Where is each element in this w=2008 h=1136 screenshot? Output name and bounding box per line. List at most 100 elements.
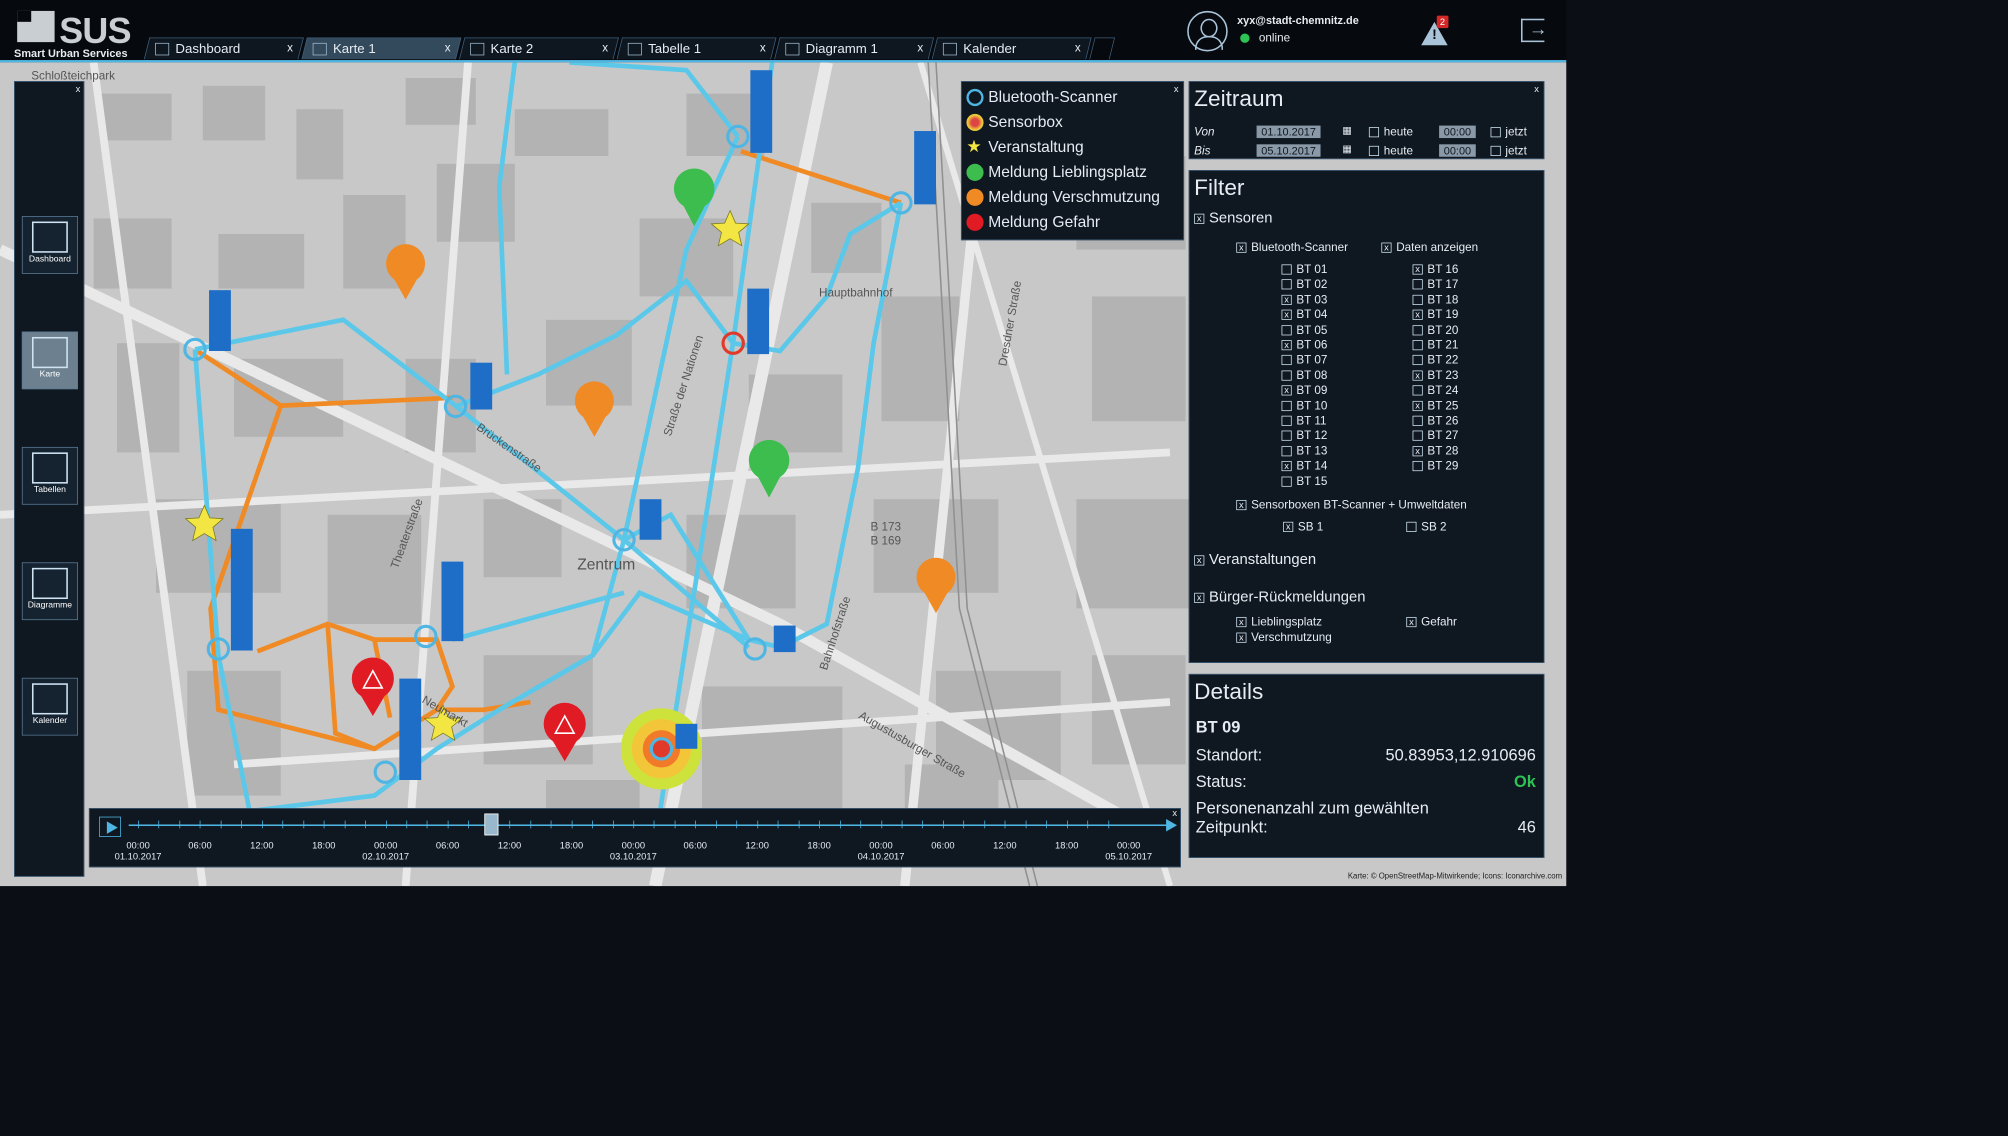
sidebar-item-dashboard[interactable]: Dashboard xyxy=(21,216,78,274)
checkbox-box[interactable] xyxy=(1281,476,1292,487)
bt-checkbox[interactable]: x BT 14 xyxy=(1281,460,1327,473)
bt-checkbox[interactable]: BT 27 xyxy=(1412,429,1458,443)
bt-checkbox[interactable]: BT 11 xyxy=(1281,414,1326,427)
daten-anzeigen-checkbox[interactable]: x Daten anzeigen xyxy=(1381,241,1478,254)
tab-karte-2[interactable]: Karte 2 x xyxy=(459,37,619,60)
veranstaltungen-checkbox[interactable]: x Veranstaltungen xyxy=(1194,551,1316,568)
sidebar-item-karte[interactable]: Karte xyxy=(21,331,78,390)
tab-close-button[interactable]: x xyxy=(444,41,450,54)
checkbox-box[interactable]: x xyxy=(1281,340,1292,351)
play-button[interactable] xyxy=(99,816,121,837)
lieblingsplatz-checkbox[interactable]: x Lieblingsplatz xyxy=(1236,615,1322,629)
timeline-slider-thumb[interactable] xyxy=(484,813,499,836)
bt-checkbox[interactable]: x BT 04 xyxy=(1281,308,1327,322)
checkbox-box[interactable]: x xyxy=(1281,294,1292,305)
checkbox-box[interactable] xyxy=(1412,385,1423,396)
buerger-checkbox[interactable]: x Bürger-Rückmeldungen xyxy=(1194,589,1366,606)
bt-checkbox[interactable]: BT 07 xyxy=(1281,354,1327,367)
von-date-input[interactable]: 01.10.2017 xyxy=(1256,125,1321,139)
tab-dashboard[interactable]: Dashboard x xyxy=(143,37,304,60)
new-tab-button[interactable] xyxy=(1089,37,1116,60)
checkbox-box[interactable]: x xyxy=(1281,461,1292,472)
tab-karte-1[interactable]: Karte 1 x xyxy=(301,37,462,60)
bt-checkbox[interactable]: x BT 06 xyxy=(1281,339,1327,352)
bt-checkbox[interactable]: BT 22 xyxy=(1412,354,1458,367)
von-time-input[interactable]: 00:00 xyxy=(1439,125,1476,139)
checkbox-box[interactable] xyxy=(1412,415,1423,426)
checkbox-box[interactable] xyxy=(1281,264,1292,275)
tab-close-button[interactable]: x xyxy=(287,41,293,54)
bt-checkbox[interactable]: BT 20 xyxy=(1412,323,1458,337)
checkbox-box[interactable] xyxy=(1281,370,1292,381)
bt-checkbox[interactable]: x BT 03 xyxy=(1281,293,1327,306)
tab-close-button[interactable]: x xyxy=(602,41,608,54)
calendar-icon[interactable]: ▦ xyxy=(1342,143,1352,155)
bt-checkbox[interactable]: BT 08 xyxy=(1281,369,1327,382)
bt-checkbox[interactable]: x BT 16 xyxy=(1412,263,1458,276)
checkbox-box[interactable] xyxy=(1281,415,1292,426)
bt-checkbox[interactable]: BT 29 xyxy=(1412,460,1458,473)
checkbox-box[interactable] xyxy=(1281,430,1292,442)
von-jetzt-checkbox[interactable]: jetzt xyxy=(1490,126,1527,139)
close-icon[interactable]: x xyxy=(76,83,81,94)
checkbox-box[interactable] xyxy=(1412,324,1423,336)
bt-scanner-checkbox[interactable]: x Bluetooth-Scanner xyxy=(1236,241,1348,254)
tab-diagramm-1[interactable]: Diagramm 1 x xyxy=(774,37,935,60)
bt-checkbox[interactable]: x BT 09 xyxy=(1281,384,1327,397)
bt-checkbox[interactable]: x BT 28 xyxy=(1412,444,1458,458)
verschmutzung-checkbox[interactable]: x Verschmutzung xyxy=(1236,631,1332,644)
alerts-button[interactable]: 2 xyxy=(1421,15,1451,46)
checkbox-box[interactable] xyxy=(1281,324,1292,336)
bt-checkbox[interactable]: BT 18 xyxy=(1412,293,1458,306)
bt-checkbox[interactable]: BT 24 xyxy=(1412,384,1458,397)
timeline-track[interactable]: 00:00 01.10.2017 06:00 12:00 18:00 00:00 02.10… xyxy=(115,820,1168,862)
tab-tabelle-1[interactable]: Tabelle 1 x xyxy=(616,37,777,60)
logout-icon[interactable] xyxy=(1521,18,1548,43)
sidebar-item-kalender[interactable]: Kalender xyxy=(21,677,78,736)
checkbox-box[interactable] xyxy=(1412,430,1423,442)
checkbox-box[interactable] xyxy=(1412,355,1423,366)
von-heute-checkbox[interactable]: heute xyxy=(1368,126,1413,139)
checkbox-box[interactable]: x xyxy=(1412,309,1423,320)
tab-close-button[interactable]: x xyxy=(1075,41,1081,54)
close-icon[interactable]: x xyxy=(1534,83,1539,94)
bt-checkbox[interactable]: BT 12 xyxy=(1281,429,1327,443)
close-icon[interactable]: x xyxy=(1172,807,1177,818)
bt-checkbox[interactable]: x BT 23 xyxy=(1412,369,1458,382)
bt-checkbox[interactable]: BT 05 xyxy=(1281,323,1327,337)
sb1-checkbox[interactable]: x SB 1 xyxy=(1283,520,1323,534)
bt-checkbox[interactable]: x BT 19 xyxy=(1412,308,1458,322)
tab-close-button[interactable]: x xyxy=(759,41,765,54)
tab-kalender[interactable]: Kalender x xyxy=(931,37,1092,60)
bt-checkbox[interactable]: BT 17 xyxy=(1412,278,1458,291)
bt-checkbox[interactable]: BT 10 xyxy=(1281,399,1327,412)
bis-time-input[interactable]: 00:00 xyxy=(1439,144,1476,157)
gefahr-checkbox[interactable]: x Gefahr xyxy=(1406,615,1457,629)
bt-checkbox[interactable]: BT 02 xyxy=(1281,278,1327,291)
sidebar-item-diagramme[interactable]: Diagramme xyxy=(21,562,78,621)
sb2-checkbox[interactable]: SB 2 xyxy=(1406,520,1447,534)
checkbox-box[interactable] xyxy=(1412,461,1423,472)
checkbox-box[interactable]: x xyxy=(1412,400,1423,411)
checkbox-box[interactable] xyxy=(1281,446,1292,457)
checkbox-box[interactable]: x xyxy=(1281,385,1292,396)
close-icon[interactable]: x xyxy=(1174,83,1179,94)
user-info[interactable]: xyx@stadt-chemnitz.de online xyxy=(1187,10,1421,58)
sensoren-checkbox[interactable]: x Sensoren xyxy=(1194,210,1272,227)
checkbox-box[interactable] xyxy=(1281,279,1292,290)
checkbox-box[interactable]: x xyxy=(1412,370,1423,381)
checkbox-box[interactable] xyxy=(1281,355,1292,366)
bis-heute-checkbox[interactable]: heute xyxy=(1368,144,1413,158)
bt-checkbox[interactable]: BT 01 xyxy=(1281,263,1327,276)
checkbox-box[interactable] xyxy=(1412,279,1423,290)
bt-checkbox[interactable]: x BT 25 xyxy=(1412,399,1458,412)
sidebar-item-tabellen[interactable]: Tabellen xyxy=(21,446,78,505)
checkbox-box[interactable] xyxy=(1281,400,1292,411)
bt-checkbox[interactable]: BT 26 xyxy=(1412,414,1458,427)
bis-jetzt-checkbox[interactable]: jetzt xyxy=(1490,144,1527,158)
bt-checkbox[interactable]: BT 21 xyxy=(1412,339,1458,352)
tab-close-button[interactable]: x xyxy=(917,41,923,54)
sensorboxen-checkbox[interactable]: x Sensorboxen BT-Scanner + Umweltdaten xyxy=(1236,498,1467,512)
checkbox-box[interactable] xyxy=(1412,340,1423,351)
bt-checkbox[interactable]: BT 13 xyxy=(1281,444,1327,458)
